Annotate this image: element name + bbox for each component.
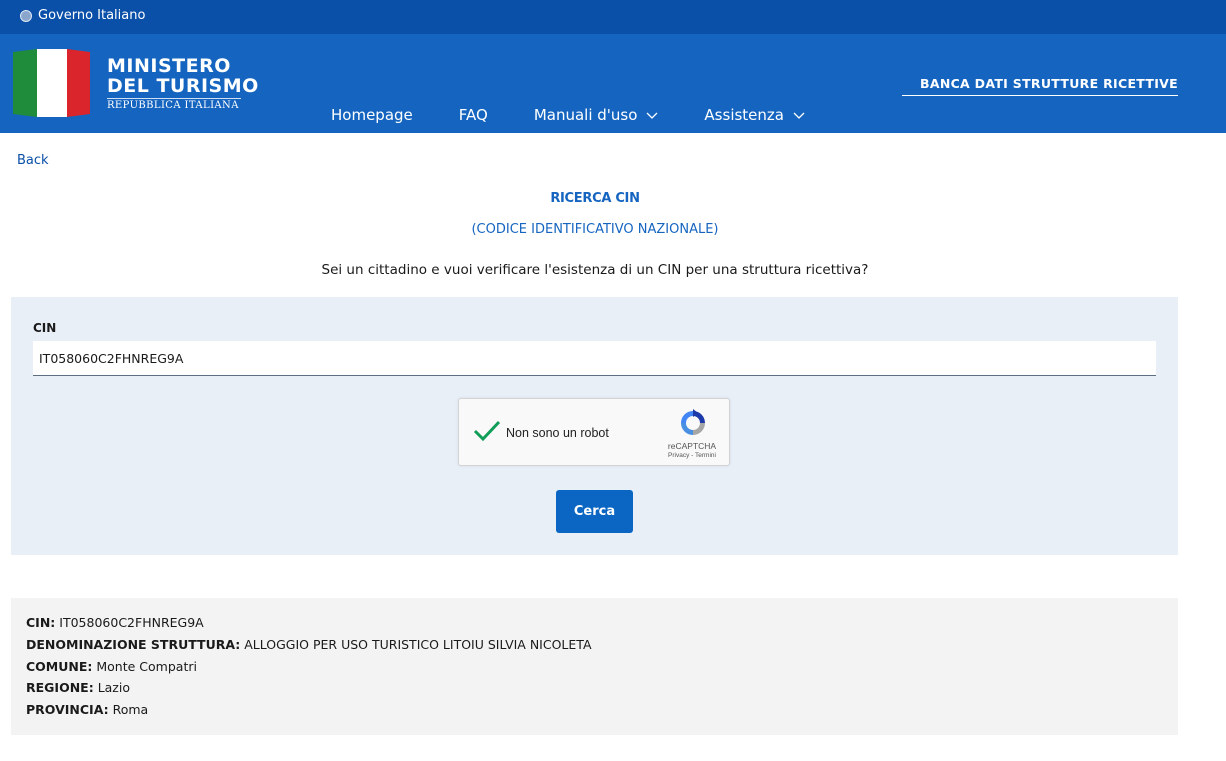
database-title[interactable]: BANCA DATI STRUTTURE RICETTIVE xyxy=(902,76,1178,96)
chevron-down-icon xyxy=(646,112,658,119)
cin-input[interactable] xyxy=(33,341,1156,376)
nav-label: Manuali d'uso xyxy=(533,106,638,124)
page-subtitle: (CODICE IDENTIFICATIVO NAZIONALE) xyxy=(471,222,719,237)
recaptcha-widget: Non sono un robot reCAPTCHA Privacy - Te… xyxy=(458,398,730,466)
search-button[interactable]: Cerca xyxy=(556,490,633,533)
result-value: Lazio xyxy=(97,680,130,695)
main-nav: Homepage FAQ Manuali d'uso Assistenza xyxy=(331,106,851,124)
logo-line-1: MINISTERO xyxy=(107,55,231,77)
cin-label: CIN xyxy=(33,321,57,335)
result-label: PROVINCIA: xyxy=(26,702,109,717)
result-value: Monte Compatri xyxy=(96,659,197,674)
recaptcha-logo-icon xyxy=(681,409,705,435)
search-form: CIN Non sono un robot reCAPTCHA Privacy … xyxy=(11,297,1178,555)
ministry-logo-text[interactable]: MINISTERO DEL TURISMO REPUBBLICA ITALIAN… xyxy=(107,56,259,111)
recaptcha-label: Non sono un robot xyxy=(506,426,609,440)
checkmark-icon[interactable] xyxy=(473,419,501,443)
nav-item-assistenza[interactable]: Assistenza xyxy=(704,106,805,124)
result-label: COMUNE: xyxy=(26,659,93,674)
nav-label: Assistenza xyxy=(704,106,784,124)
nav-item-faq[interactable]: FAQ xyxy=(459,106,488,124)
italian-flag-logo[interactable] xyxy=(11,47,92,119)
result-row-regione: REGIONE: Lazio xyxy=(26,680,130,695)
result-row-denominazione: DENOMINAZIONE STRUTTURA: ALLOGGIO PER US… xyxy=(26,637,592,652)
recaptcha-links[interactable]: Privacy - Termini xyxy=(652,452,732,459)
governo-italiano-link[interactable]: Governo Italiano xyxy=(20,8,145,23)
page-title: RICERCA CIN xyxy=(550,191,640,206)
result-value: ALLOGGIO PER USO TURISTICO LITOIU SILVIA… xyxy=(244,637,592,652)
result-row-provincia: PROVINCIA: Roma xyxy=(26,702,148,717)
recaptcha-brand: reCAPTCHA xyxy=(667,441,717,451)
nav-label: FAQ xyxy=(458,106,488,124)
chevron-down-icon xyxy=(793,112,805,119)
result-row-cin: CIN: IT058060C2FHNREG9A xyxy=(26,615,204,630)
result-panel: CIN: IT058060C2FHNREG9A DENOMINAZIONE ST… xyxy=(11,598,1178,735)
nav-label: Homepage xyxy=(331,106,413,124)
result-label: CIN: xyxy=(26,615,56,630)
government-bar: Governo Italiano xyxy=(0,0,1226,34)
back-link[interactable]: Back xyxy=(17,153,49,168)
nav-item-homepage[interactable]: Homepage xyxy=(331,106,413,124)
page-question: Sei un cittadino e vuoi verificare l'esi… xyxy=(321,262,869,278)
governo-italiano-label: Governo Italiano xyxy=(38,8,146,23)
result-row-comune: COMUNE: Monte Compatri xyxy=(26,659,197,674)
result-label: REGIONE: xyxy=(26,680,94,695)
logo-line-3: REPUBBLICA ITALIANA xyxy=(107,98,241,111)
result-label: DENOMINAZIONE STRUTTURA: xyxy=(26,637,241,652)
result-value: IT058060C2FHNREG9A xyxy=(59,615,204,630)
logo-line-2: DEL TURISMO xyxy=(107,75,259,97)
site-header: MINISTERO DEL TURISMO REPUBBLICA ITALIAN… xyxy=(0,34,1226,133)
emblem-icon xyxy=(20,9,32,22)
result-value: Roma xyxy=(112,702,149,717)
nav-item-manuali[interactable]: Manuali d'uso xyxy=(534,106,659,124)
